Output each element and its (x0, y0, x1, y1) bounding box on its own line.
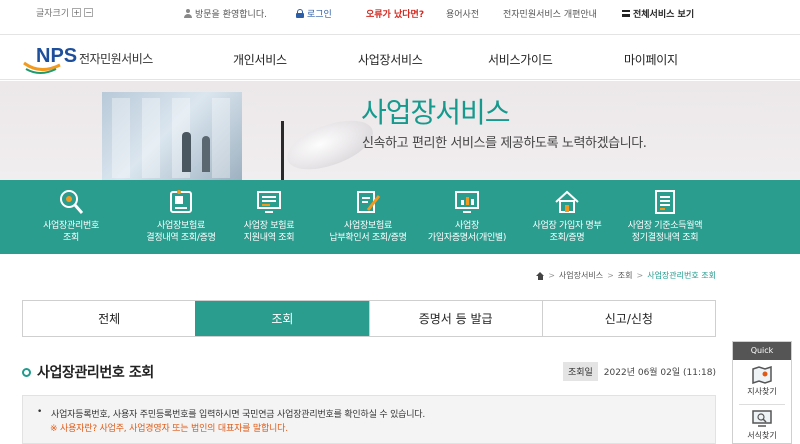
breadcrumb-level2[interactable]: 조회 (618, 270, 633, 281)
monitor-chart-icon (455, 191, 479, 213)
quick-panel-label: 서식찾기 (747, 431, 777, 440)
quick-item-label: 납부확인서 조회/증명 (329, 233, 407, 243)
search-icon (60, 190, 84, 214)
quick-item-label: 사업장관리번호 (43, 221, 99, 231)
notice-line: 사업자등록번호, 사용자 주민등록번호를 입력하시면 국민연금 사업장관리번호를… (37, 407, 425, 420)
renewal-notice-label: 전자민원서비스 개편안내 (503, 10, 597, 20)
quick-item-label: 사업장 보험료 (243, 221, 295, 231)
pen-document-icon (357, 191, 381, 213)
map-icon (752, 366, 772, 384)
error-report-label: 오류가 났다면? (366, 10, 425, 20)
home-icon (555, 190, 579, 213)
welcome-text: 방문을 환영합니다. (195, 10, 267, 20)
quick-panel-title: Quick (733, 342, 791, 360)
all-services-label: 전체서비스 보기 (633, 10, 695, 20)
logo-swoosh-icon (23, 61, 61, 74)
pen-image (281, 121, 284, 181)
lookup-date-label: 조회일 (562, 362, 598, 381)
quick-item-label: 조회 (63, 233, 79, 243)
font-size-label: 글자크기 (36, 9, 70, 19)
home-icon[interactable] (536, 271, 545, 280)
breadcrumb-current: 사업장관리번호 조회 (647, 271, 716, 280)
quick-panel-label: 지사찾기 (747, 387, 777, 396)
quick-item-standard-income[interactable]: 사업장 기준소득월액정기결정내역 조회 (610, 188, 720, 250)
document-id-icon (170, 190, 192, 213)
nav-service-guide[interactable]: 서비스가이드 (488, 51, 553, 68)
quick-item-subscriber-certificate[interactable]: 사업장가입자증명서(개인별) (412, 188, 522, 250)
global-navigation: NPS 전자민원서비스 개인서비스 사업장서비스 서비스가이드 마이페이지 (0, 34, 800, 80)
tab-all[interactable]: 전체 (23, 301, 196, 336)
page-title: 사업장관리번호 조회 (22, 362, 154, 382)
dictionary-link[interactable]: 용어사전 (446, 7, 479, 20)
notice-warning: ※ 사용자란? 사업주, 사업경영자 또는 법인의 대표자를 말합니다. (50, 424, 288, 434)
quick-item-label: 사업장 기준소득월액 (627, 221, 703, 231)
quick-item-subscriber-roster[interactable]: 사업장 가입자 명부조회/증명 (512, 188, 622, 250)
quick-panel-form-finder[interactable]: 서식찾기 (733, 410, 791, 441)
quick-panel-branch-finder[interactable]: 지사찾기 (733, 366, 791, 397)
nav-personal-services[interactable]: 개인서비스 (233, 51, 287, 68)
quick-item-label: 결정내역 조회/증명 (146, 233, 216, 243)
dictionary-label: 용어사전 (446, 10, 480, 20)
font-decrease-button[interactable]: − (84, 8, 94, 17)
menu-icon (622, 10, 630, 17)
login-label: 로그인 (307, 10, 332, 20)
quick-item-label: 정기결정내역 조회 (631, 233, 699, 243)
category-tabs: 전체 조회 증명서 등 발급 신고/신청 (22, 300, 716, 337)
welcome-message: 방문을 환영합니다. (184, 7, 267, 20)
quick-item-label: 사업장 가입자 명부 (532, 221, 602, 231)
login-link[interactable]: 로그인 (296, 7, 332, 20)
hero-banner: 사업장서비스 신속하고 편리한 서비스를 제공하도록 노력하겠습니다. (0, 81, 800, 182)
quick-item-label: 지원내역 조회 (243, 233, 295, 243)
site-logo[interactable]: NPS 전자민원서비스 (22, 41, 172, 75)
quick-item-label: 사업장보험료 (344, 221, 392, 231)
logo-service-name: 전자민원서비스 (79, 52, 153, 66)
font-size-control: 글자크기 + − (36, 6, 94, 19)
font-increase-button[interactable]: + (72, 8, 82, 17)
lock-icon (296, 9, 304, 18)
notice-text: 사업자등록번호, 사용자 주민등록번호를 입력하시면 국민연금 사업장관리번호를… (51, 410, 426, 420)
quick-item-payment-certificate[interactable]: 사업장보험료납부확인서 조회/증명 (313, 188, 423, 250)
quick-panel: Quick 지사찾기 서식찾기 (732, 341, 792, 444)
renewal-notice-link[interactable]: 전자민원서비스 개편안내 (503, 7, 597, 20)
all-services-link[interactable]: 전체서비스 보기 (622, 7, 694, 20)
error-report-link[interactable]: 오류가 났다면? (366, 7, 424, 20)
nav-my-page[interactable]: 마이페이지 (624, 51, 678, 68)
breadcrumb-level1[interactable]: 사업장서비스 (559, 270, 603, 281)
title-bullet-icon (22, 367, 31, 377)
notice-box: 사업자등록번호, 사용자 주민등록번호를 입력하시면 국민연금 사업장관리번호를… (22, 395, 716, 444)
tab-lookup[interactable]: 조회 (195, 301, 369, 336)
tab-report-application[interactable]: 신고/신청 (541, 301, 715, 336)
person-icon (184, 9, 192, 18)
lookup-date: 조회일 2022년 06월 02일 (11:18) (562, 362, 716, 381)
breadcrumb: > 사업장서비스 > 조회 > 사업장관리번호 조회 (536, 270, 716, 281)
hero-subtitle: 신속하고 편리한 서비스를 제공하도록 노력하겠습니다. (362, 136, 647, 151)
quick-item-premium-support[interactable]: 사업장 보험료지원내역 조회 (214, 188, 324, 250)
monitor-list-icon (257, 191, 281, 213)
page-title-text: 사업장관리번호 조회 (37, 365, 154, 381)
tab-certificate-issuance[interactable]: 증명서 등 발급 (368, 301, 542, 336)
quick-item-label: 사업장보험료 (157, 221, 205, 231)
quick-item-label: 가입자증명서(개인별) (427, 233, 507, 243)
office-photo (102, 92, 242, 182)
lookup-date-value: 2022년 06월 02일 (11:18) (603, 368, 716, 378)
monitor-search-icon (752, 410, 772, 427)
nav-business-services[interactable]: 사업장서비스 (358, 51, 423, 68)
quick-item-business-number-lookup[interactable]: 사업장관리번호조회 (16, 188, 126, 250)
quick-item-label: 사업장 (455, 221, 479, 231)
quick-item-label: 조회/증명 (549, 233, 585, 243)
document-list-icon (655, 190, 675, 214)
hero-title: 사업장서비스 (361, 96, 511, 129)
top-utility-bar: 글자크기 + − 방문을 환영합니다. 로그인 오류가 났다면? 용어사전 전자… (0, 0, 800, 26)
quick-service-menu: 사업장관리번호조회 사업장보험료결정내역 조회/증명 사업장 보험료지원내역 조… (0, 180, 800, 254)
